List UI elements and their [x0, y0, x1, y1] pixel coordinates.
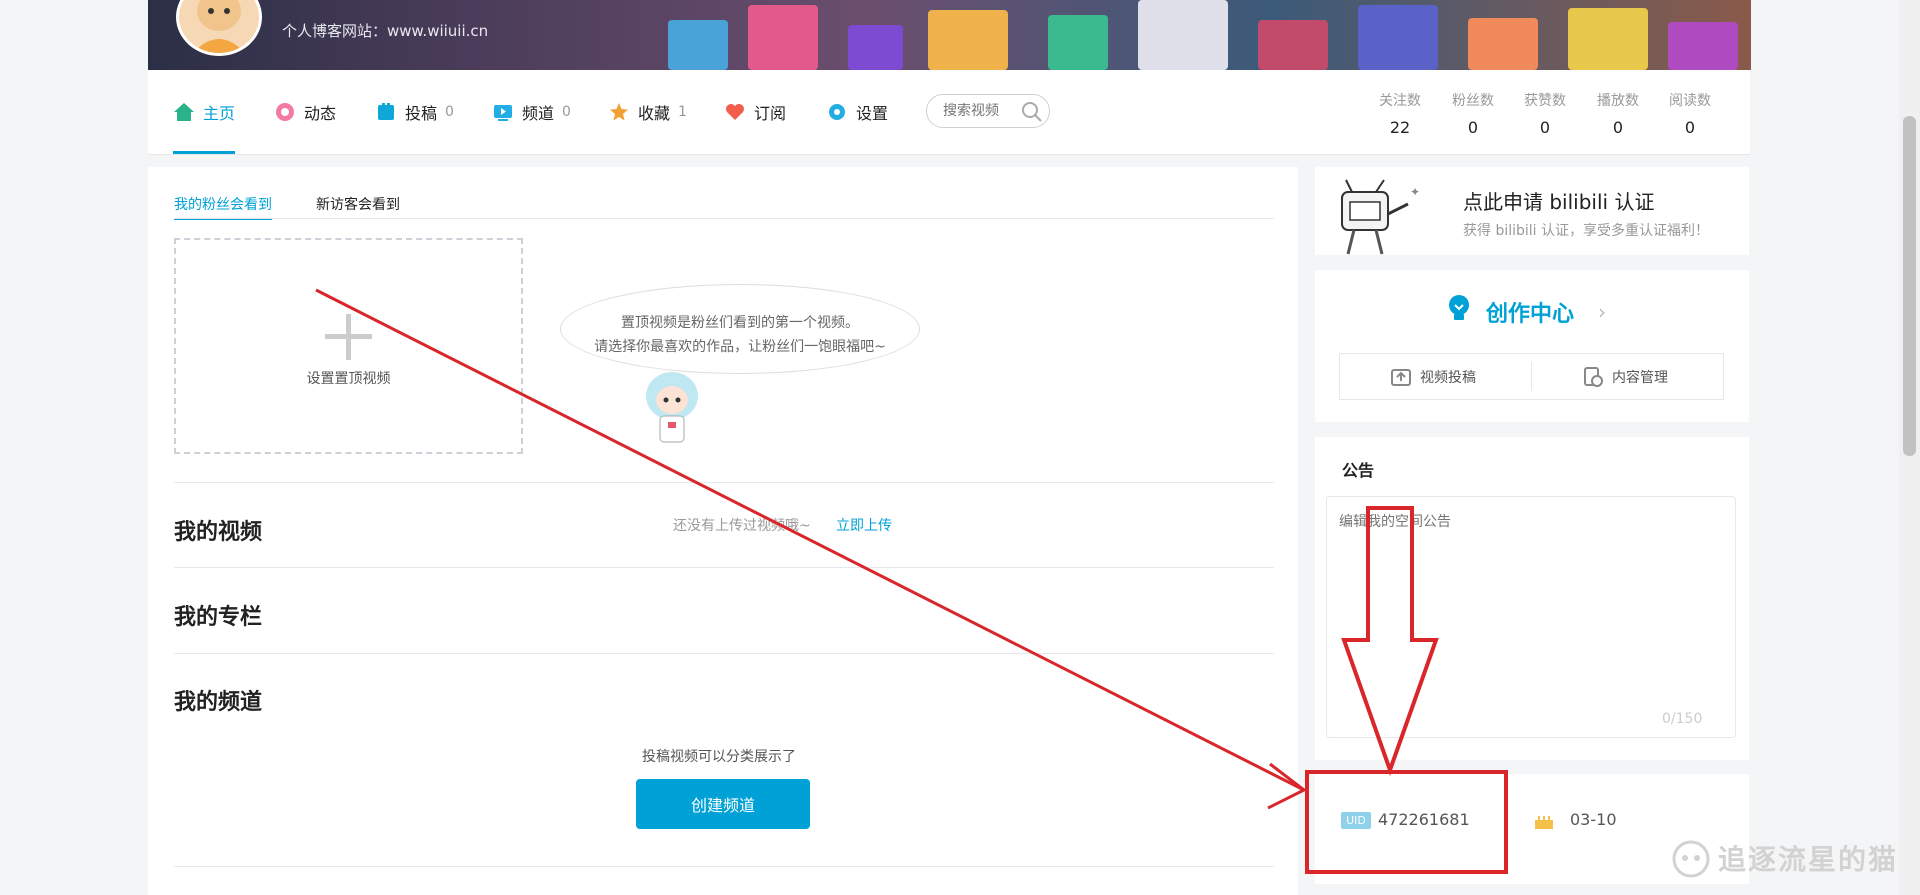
nav-tab-label: 频道 — [522, 104, 555, 123]
bubble-text-line: 请选择你最喜欢的作品，让粉丝们一饱眼福吧~ — [594, 339, 886, 355]
uid-badge: UID — [1341, 812, 1371, 829]
watermark-logo-icon — [1672, 840, 1710, 878]
birthday-cake-icon — [1535, 816, 1553, 829]
lightbulb-icon — [1449, 295, 1469, 320]
tab-fans-view[interactable]: 我的粉丝会看到 — [174, 194, 272, 220]
watermark-text: 追逐流星的猫 — [1718, 843, 1899, 876]
stat-label: 阅读数 — [1669, 93, 1711, 109]
mascot-girl-illustration — [646, 372, 698, 443]
blog-url-text: 个人博客网站：www.wiiuii.cn — [282, 22, 489, 40]
nav-count: 0 — [445, 104, 454, 120]
stat-value: 0 — [1467, 118, 1479, 137]
notice-title: 公告 — [1342, 461, 1375, 480]
stat-following[interactable]: 关注数 22 — [1370, 90, 1430, 137]
stat-fans[interactable]: 粉丝数 0 — [1443, 90, 1503, 137]
create-channel-button[interactable]: 创建频道 — [636, 779, 810, 829]
nav-tab-contribute[interactable]: 投稿 0 — [375, 100, 454, 124]
nav-tab-settings[interactable]: 设置 — [826, 100, 888, 124]
section-divider — [174, 567, 1274, 568]
search-icon[interactable] — [1021, 101, 1043, 123]
nav-tab-label: 收藏 — [638, 104, 671, 123]
nav-tab-dynamic[interactable]: 动态 — [274, 100, 336, 124]
stat-label: 获赞数 — [1524, 93, 1566, 109]
tab-visitors-view[interactable]: 新访客会看到 — [316, 194, 400, 214]
tab-divider — [174, 218, 1274, 219]
verify-title[interactable]: 点此申请 bilibili 认证 — [1463, 186, 1654, 215]
notice-char-count: 0/150 — [1662, 711, 1703, 727]
stat-plays: 播放数 0 — [1588, 90, 1648, 137]
pin-video-label: 设置置顶视频 — [306, 371, 391, 387]
content-manage-label: 内容管理 — [1612, 370, 1668, 386]
bilibili-tv-mascot-illustration: ✦ — [1341, 179, 1420, 255]
section-title-channels: 我的频道 — [174, 690, 263, 715]
star-icon — [610, 103, 628, 121]
plus-icon — [325, 334, 372, 339]
stat-reads: 阅读数 0 — [1660, 90, 1720, 137]
nav-tab-favorites[interactable]: 收藏 1 — [608, 100, 687, 124]
flower-icon — [276, 103, 294, 121]
heart-icon — [726, 104, 744, 120]
verify-subtitle: 获得 bilibili 认证，享受多重认证福利！ — [1463, 223, 1710, 239]
stat-value: 22 — [1389, 118, 1411, 137]
stat-label: 播放数 — [1597, 93, 1639, 109]
button-divider — [1531, 362, 1532, 391]
nav-tab-label: 设置 — [856, 104, 889, 123]
nav-tab-label: 订阅 — [754, 104, 787, 123]
notice-textarea[interactable] — [1326, 496, 1736, 738]
stat-value: 0 — [1612, 118, 1624, 137]
upload-now-link[interactable]: 立即上传 — [836, 515, 892, 535]
section-title-columns: 我的专栏 — [174, 605, 263, 630]
nav-tab-home[interactable]: 主页 — [173, 100, 235, 124]
nav-tab-label: 动态 — [304, 104, 337, 123]
search-box[interactable] — [926, 94, 1050, 128]
stat-value: 0 — [1539, 118, 1551, 137]
nav-tab-subscribe[interactable]: 订阅 — [724, 100, 786, 124]
channel-icon — [494, 105, 512, 121]
nav-tab-channel[interactable]: 频道 0 — [492, 100, 571, 124]
no-video-text: 还没有上传过视频哦~ — [673, 518, 811, 534]
nav-active-indicator — [173, 151, 235, 154]
section-divider — [174, 482, 1274, 483]
video-upload-label: 视频投稿 — [1420, 370, 1476, 386]
nav-count: 1 — [678, 104, 687, 120]
content-manage-icon — [1584, 367, 1603, 387]
stat-label: 粉丝数 — [1452, 93, 1494, 109]
stat-value: 0 — [1684, 118, 1696, 137]
uid-value: 472261681 — [1378, 810, 1470, 829]
section-divider — [174, 653, 1274, 654]
nav-count: 0 — [562, 104, 571, 120]
content-manage-button[interactable]: 内容管理 — [1582, 366, 1668, 388]
stat-label: 关注数 — [1379, 93, 1421, 109]
home-icon — [174, 103, 194, 121]
channel-tip-text: 投稿视频可以分类展示了 — [642, 749, 796, 765]
svg-text:✦: ✦ — [1410, 185, 1420, 199]
nav-tab-label: 主页 — [203, 104, 236, 123]
search-input[interactable] — [941, 102, 1029, 120]
chevron-right-icon[interactable]: › — [1598, 300, 1606, 324]
gear-icon — [829, 104, 845, 120]
scrollbar-thumb[interactable] — [1903, 116, 1916, 456]
video-book-icon — [378, 103, 394, 120]
upload-icon — [1391, 369, 1411, 386]
nav-tab-label: 投稿 — [405, 104, 438, 123]
bubble-text-line: 置顶视频是粉丝们看到的第一个视频。 — [621, 315, 859, 331]
creator-center-title[interactable]: 创作中心 — [1486, 296, 1574, 328]
section-divider — [174, 866, 1274, 867]
birthday-value: 03-10 — [1570, 810, 1617, 829]
stat-likes: 获赞数 0 — [1515, 90, 1575, 137]
video-upload-button[interactable]: 视频投稿 — [1390, 366, 1476, 388]
section-title-videos: 我的视频 — [174, 520, 263, 545]
